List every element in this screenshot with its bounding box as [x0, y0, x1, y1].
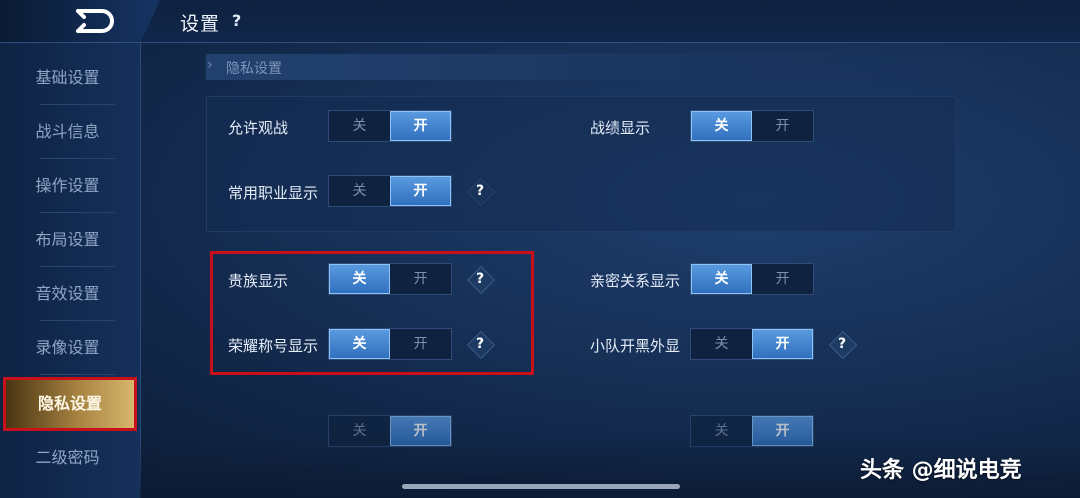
sidebar-item-label: 基础设置: [35, 68, 100, 87]
sidebar-item-label: 隐私设置: [37, 394, 102, 413]
toggle-on-option[interactable]: 开: [752, 111, 813, 141]
setting-label-squad-display: 小队开黑外显: [590, 337, 681, 355]
help-icon[interactable]: ?: [232, 11, 241, 30]
toggle-record-display[interactable]: 关 开: [690, 110, 814, 142]
help-icon[interactable]: ?: [470, 181, 490, 201]
setting-label-common-role: 常用职业显示: [228, 184, 319, 202]
sidebar-item-label: 二级密码: [35, 448, 100, 467]
toggle-allow-spectate[interactable]: 关 开: [328, 110, 452, 142]
highlight-annotation: [210, 251, 534, 375]
settings-panel: [206, 96, 956, 232]
top-bar: 设置 ?: [0, 0, 1080, 43]
page-title: 设置: [180, 13, 221, 35]
toggle-on-option[interactable]: 开: [752, 264, 813, 294]
section-header: [206, 54, 1046, 80]
sidebar-item-label: 音效设置: [35, 284, 100, 303]
setting-label-allow-spectate: 允许观战: [228, 119, 289, 137]
back-button-area[interactable]: [0, 0, 160, 42]
toggle-off-option[interactable]: 关: [329, 176, 390, 206]
back-arrow-icon[interactable]: [70, 8, 116, 34]
sidebar-item-privacy[interactable]: 隐私设置: [3, 377, 137, 431]
toggle-squad-display[interactable]: 关 开: [690, 328, 814, 360]
sidebar-item-audio[interactable]: 音效设置: [0, 267, 135, 321]
toggle-on-option[interactable]: 开: [390, 176, 451, 206]
toggle-on-option[interactable]: 开: [752, 329, 813, 359]
sidebar-item-battle-info[interactable]: 战斗信息: [0, 105, 135, 159]
sidebar-item-label: 操作设置: [35, 176, 100, 195]
sidebar-item-secondary-password[interactable]: 二级密码: [0, 431, 135, 485]
toggle-off-option[interactable]: 关: [691, 111, 752, 141]
section-title: 隐私设置: [226, 61, 282, 77]
setting-label-record-display: 战绩显示: [590, 119, 651, 137]
toggle-common-role[interactable]: 关 开: [328, 175, 452, 207]
toggle-off-option[interactable]: 关: [691, 264, 752, 294]
sidebar-item-basic[interactable]: 基础设置: [0, 51, 135, 105]
help-icon[interactable]: ?: [832, 334, 852, 354]
sidebar-item-label: 录像设置: [35, 338, 100, 357]
sidebar-item-layout[interactable]: 布局设置: [0, 213, 135, 267]
home-indicator[interactable]: [402, 484, 680, 489]
sidebar-item-label: 战斗信息: [35, 122, 100, 141]
sidebar: 基础设置 战斗信息 操作设置 布局设置 音效设置 录像设置 隐私设置 二级密码: [0, 43, 141, 498]
toggle-off-option[interactable]: 关: [329, 111, 390, 141]
setting-label-intimacy-display: 亲密关系显示: [590, 272, 681, 290]
toggle-intimacy-display[interactable]: 关 开: [690, 263, 814, 295]
sidebar-item-controls[interactable]: 操作设置: [0, 159, 135, 213]
sidebar-item-replay[interactable]: 录像设置: [0, 321, 135, 375]
chevron-right-icon: ›: [207, 57, 213, 73]
toggle-off-option[interactable]: 关: [691, 329, 752, 359]
toggle-on-option[interactable]: 开: [390, 111, 451, 141]
watermark-text: 头条 @细说电竞: [860, 458, 1022, 483]
sidebar-item-label: 布局设置: [35, 230, 100, 249]
